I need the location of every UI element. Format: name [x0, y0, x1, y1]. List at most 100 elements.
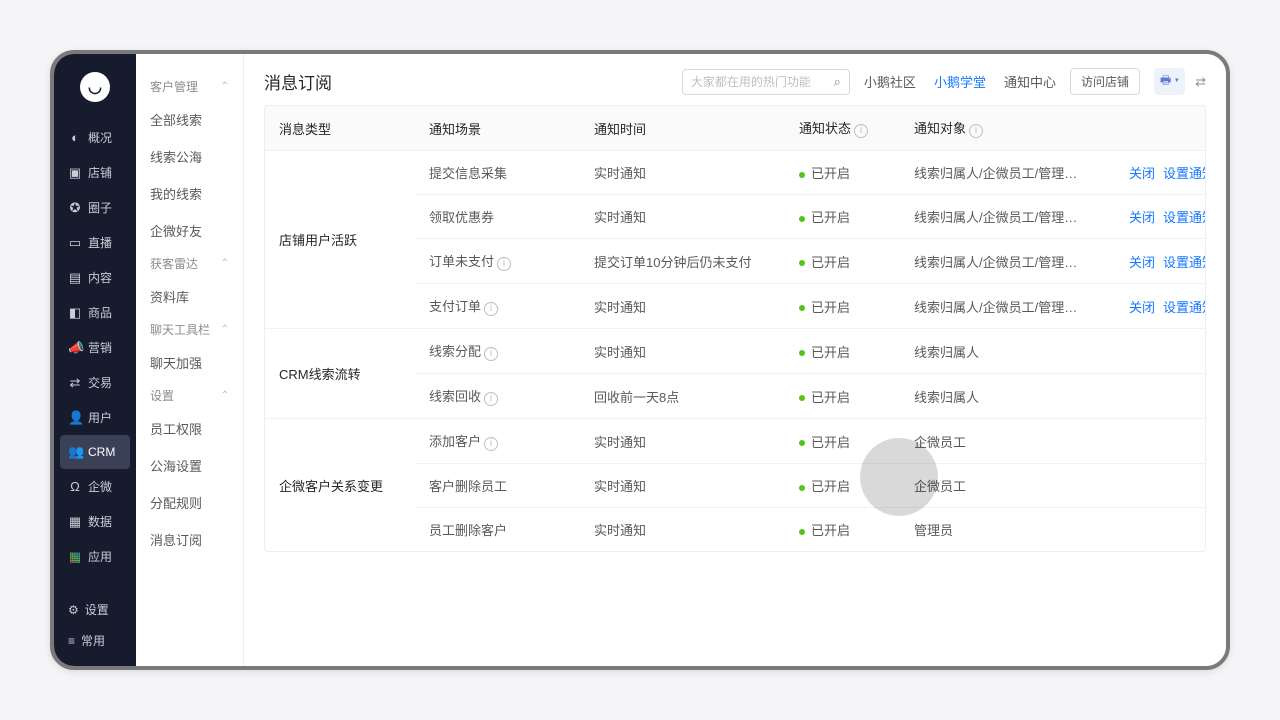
- action-设置通知对象[interactable]: 设置通知对象: [1163, 297, 1206, 316]
- cell-type: 企微客户关系变更: [265, 419, 415, 552]
- info-icon[interactable]: i: [484, 347, 498, 361]
- topbar: 消息订阅 ⌕ 小鹅社区 小鹅学堂 通知中心 访问店铺 🖶 ▾ ⇄: [244, 54, 1226, 105]
- chevron-up-icon: ⌃: [221, 81, 229, 92]
- cell-status: 已开启: [785, 508, 900, 552]
- info-icon[interactable]: i: [497, 257, 511, 271]
- subnav-员工权限[interactable]: 员工权限: [136, 410, 243, 447]
- group-label: 客户管理: [150, 78, 198, 95]
- nav-CRM[interactable]: 👥CRM: [60, 435, 130, 469]
- status-dot-icon: [799, 350, 805, 356]
- status-dot-icon: [799, 260, 805, 266]
- search-input[interactable]: [691, 75, 834, 89]
- print-icon[interactable]: 🖶 ▾: [1154, 68, 1185, 95]
- topbar-right-icons: 🖶 ▾ ⇄: [1154, 68, 1206, 95]
- action-设置通知对象[interactable]: 设置通知对象: [1163, 252, 1206, 271]
- cell-type: 店铺用户活跃: [265, 151, 415, 329]
- link-community[interactable]: 小鹅社区: [864, 72, 916, 91]
- nav-营销[interactable]: 📣营销: [54, 330, 136, 365]
- nav-直播[interactable]: ▭ 直播: [54, 225, 136, 260]
- subscription-table: 消息类型 通知场景 通知时间 通知状态i 通知对象i 操作 店铺: [265, 106, 1206, 551]
- nav-icon: Ω: [68, 479, 82, 494]
- cell-target: 线索归属人/企微员工/管理…: [900, 239, 1100, 284]
- th-scene: 通知场景: [415, 106, 580, 151]
- nav-label: 设置: [85, 601, 109, 618]
- cell-ops: 关闭设置通知对象: [1100, 195, 1206, 239]
- cell-status: 已开启: [785, 239, 900, 284]
- nav-label: 直播: [88, 234, 112, 251]
- nav-概况[interactable]: ◐概况: [54, 120, 136, 155]
- group-客户管理[interactable]: 客户管理 ⌃: [136, 72, 243, 101]
- cell-status: 已开启: [785, 464, 900, 508]
- nav-label: 常用: [81, 632, 105, 649]
- subnav-消息订阅[interactable]: 消息订阅: [136, 521, 243, 558]
- action-关闭[interactable]: 关闭: [1129, 207, 1155, 226]
- nav-店铺[interactable]: ▣店铺: [54, 155, 136, 190]
- cell-time: 实时通知: [580, 419, 785, 464]
- table-row: CRM线索流转线索分配i实时通知已开启线索归属人关闭: [265, 329, 1206, 374]
- th-time: 通知时间: [580, 106, 785, 151]
- info-icon[interactable]: i: [484, 392, 498, 406]
- nav-企微[interactable]: Ω 企微: [54, 469, 136, 504]
- subnav-公海设置[interactable]: 公海设置: [136, 447, 243, 484]
- info-icon[interactable]: i: [484, 302, 498, 316]
- cell-status: 已开启: [785, 419, 900, 464]
- action-关闭[interactable]: 关闭: [1129, 252, 1155, 271]
- cell-target: 管理员: [900, 508, 1100, 552]
- status-dot-icon: [799, 305, 805, 311]
- app-window: ◡ ◐概况▣店铺✪圈子▭直播▤内容◧商品📣营销⇄交易👤用户👥CRMΩ企微▦数据▦…: [50, 50, 1230, 670]
- action-关闭[interactable]: 关闭: [1129, 163, 1155, 182]
- visit-store-button[interactable]: 访问店铺: [1070, 68, 1140, 95]
- nav-bottom-设置[interactable]: ⚙ 设置: [54, 594, 136, 625]
- subnav-线索公海[interactable]: 线索公海: [136, 138, 243, 175]
- content: 消息类型 通知场景 通知时间 通知状态i 通知对象i 操作 店铺: [244, 105, 1226, 666]
- swap-icon[interactable]: ⇄: [1195, 74, 1206, 90]
- subnav-全部线索[interactable]: 全部线索: [136, 101, 243, 138]
- cell-scene: 订单未支付i: [415, 239, 580, 284]
- info-icon[interactable]: i: [969, 124, 983, 138]
- nav-icon: 👥: [68, 444, 82, 460]
- link-notice[interactable]: 通知中心: [1004, 72, 1056, 91]
- cell-ops: 关闭: [1100, 464, 1206, 508]
- nav-label: 数据: [88, 513, 112, 530]
- subnav-我的线索[interactable]: 我的线索: [136, 175, 243, 212]
- subnav-分配规则[interactable]: 分配规则: [136, 484, 243, 521]
- nav-用户[interactable]: 👤用户: [54, 400, 136, 435]
- subnav-聊天加强[interactable]: 聊天加强: [136, 344, 243, 381]
- nav-icon: ▭: [68, 235, 82, 251]
- info-icon[interactable]: i: [854, 124, 868, 138]
- link-school[interactable]: 小鹅学堂: [934, 72, 986, 91]
- nav-圈子[interactable]: ✪圈子: [54, 190, 136, 225]
- nav-icon: ✪: [68, 200, 82, 216]
- cell-status: 已开启: [785, 329, 900, 374]
- search-icon[interactable]: ⌕: [834, 74, 841, 90]
- cell-scene: 添加客户i: [415, 419, 580, 464]
- group-label: 聊天工具栏: [150, 321, 210, 338]
- nav-内容[interactable]: ▤内容: [54, 260, 136, 295]
- page-title: 消息订阅: [264, 69, 332, 94]
- cell-ops: 关闭: [1100, 374, 1206, 419]
- group-聊天工具栏[interactable]: 聊天工具栏⌃: [136, 315, 243, 344]
- search-box[interactable]: ⌕: [682, 69, 850, 95]
- group-label: 获客雷达: [150, 255, 198, 272]
- group-设置[interactable]: 设置⌃: [136, 381, 243, 410]
- subnav-企微好友[interactable]: 企微好友: [136, 212, 243, 249]
- nav-应用[interactable]: ▦应用: [54, 539, 136, 574]
- nav-bottom-常用[interactable]: ≡常用: [54, 625, 136, 656]
- nav-数据[interactable]: ▦数据: [54, 504, 136, 539]
- nav-icon: ⚙: [68, 603, 79, 617]
- nav-商品[interactable]: ◧商品: [54, 295, 136, 330]
- action-关闭[interactable]: 关闭: [1129, 297, 1155, 316]
- cell-scene: 提交信息采集: [415, 151, 580, 195]
- nav-label: 企微: [88, 478, 112, 495]
- group-获客雷达[interactable]: 获客雷达⌃: [136, 249, 243, 278]
- nav-交易[interactable]: ⇄交易: [54, 365, 136, 400]
- table-row: 企微客户关系变更添加客户i实时通知已开启企微员工关闭: [265, 419, 1206, 464]
- action-设置通知对象[interactable]: 设置通知对象: [1163, 207, 1206, 226]
- info-icon[interactable]: i: [484, 437, 498, 451]
- cell-scene: 线索回收i: [415, 374, 580, 419]
- th-ops: 操作: [1100, 106, 1206, 151]
- nav-label: 交易: [88, 374, 112, 391]
- subnav-资料库[interactable]: 资料库: [136, 278, 243, 315]
- nav-icon: ▦: [68, 549, 82, 565]
- action-设置通知对象[interactable]: 设置通知对象: [1163, 163, 1206, 182]
